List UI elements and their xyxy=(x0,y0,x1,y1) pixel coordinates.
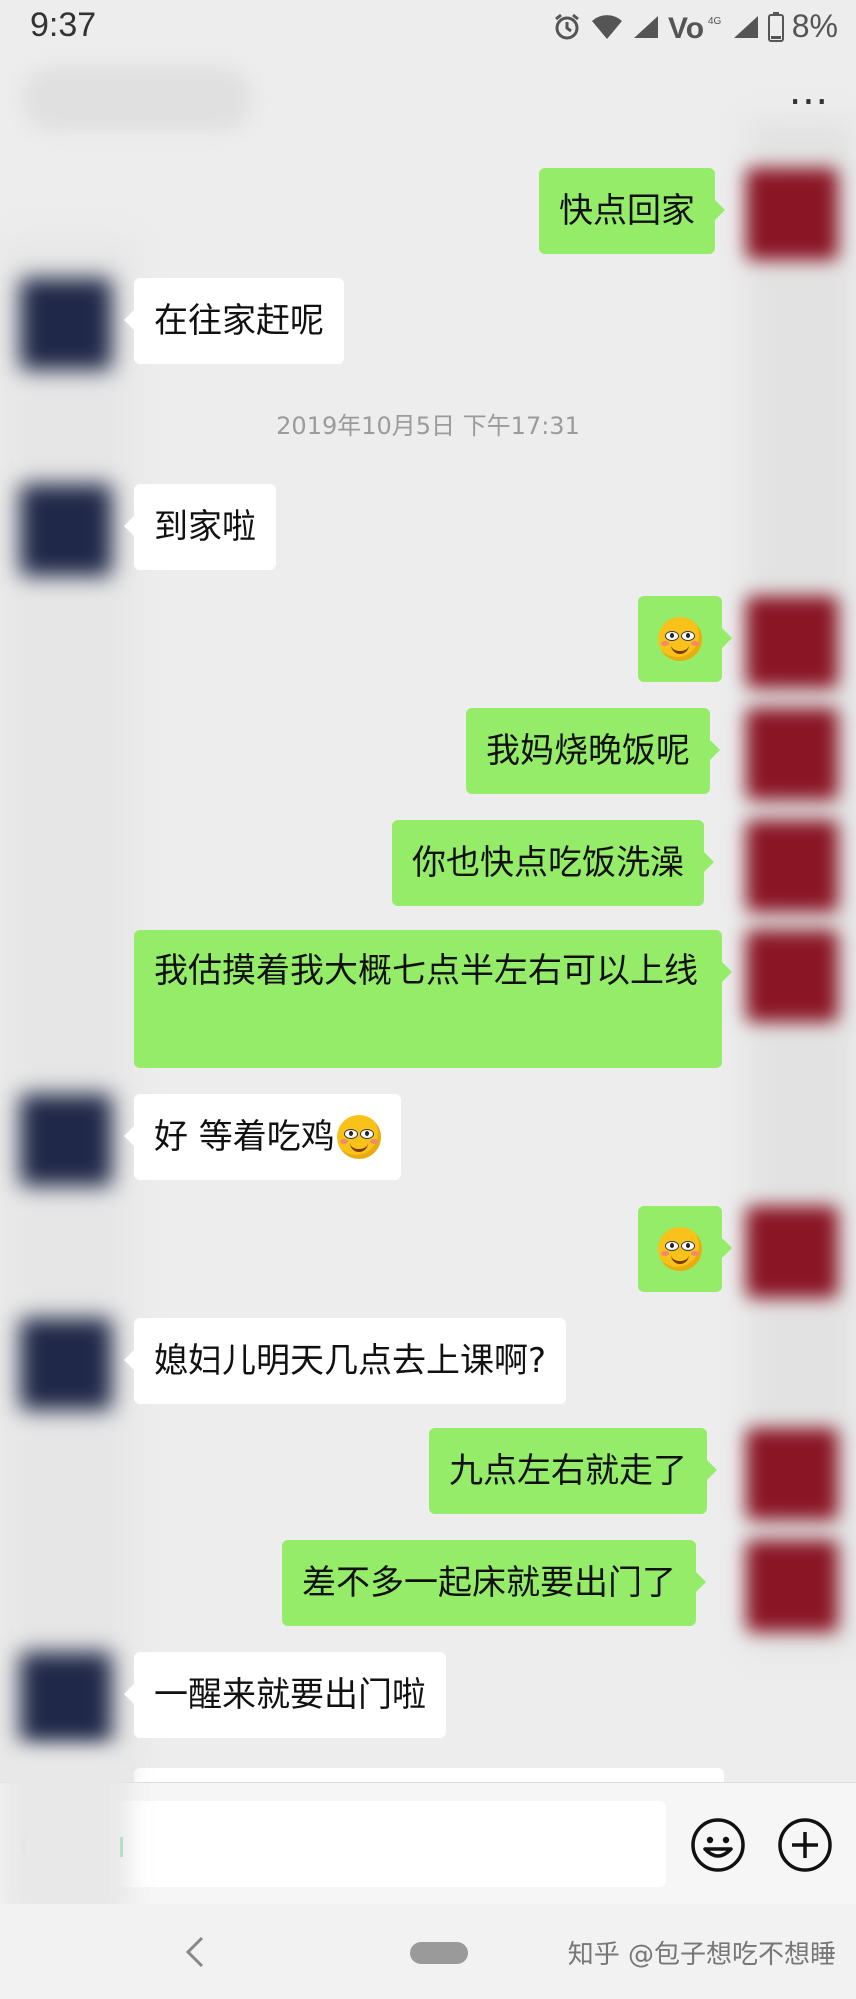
message-bubble-outgoing[interactable]: 我妈烧晚饭呢 xyxy=(466,708,720,794)
my-avatar[interactable] xyxy=(746,596,838,688)
my-avatar[interactable] xyxy=(746,708,838,800)
system-nav-bar: 知乎 @包子想吃不想睡 xyxy=(0,1904,856,1999)
contact-avatar[interactable] xyxy=(20,1318,112,1410)
svg-text:Vo: Vo xyxy=(668,12,704,42)
my-avatar[interactable] xyxy=(746,1428,838,1520)
wifi-icon xyxy=(591,14,622,39)
message-text: 我估摸着我大概七点半左右可以上线 xyxy=(154,951,698,991)
message-text: 在往家赶呢 xyxy=(154,300,324,341)
status-time: 9:37 xyxy=(30,6,97,44)
message-bubble-outgoing[interactable]: 差不多一起床就要出门了 xyxy=(282,1540,706,1626)
battery-percent: 8% xyxy=(791,8,838,44)
message-bubble-outgoing[interactable] xyxy=(638,596,732,682)
back-arrow-icon[interactable] xyxy=(180,1934,210,1970)
plus-button-icon[interactable] xyxy=(777,1817,833,1873)
contact-avatar[interactable] xyxy=(20,484,112,576)
message-text: 到家啦 xyxy=(154,506,256,547)
message-text: 你也快点吃饭洗澡 xyxy=(412,842,684,883)
chat-header: ⋯ xyxy=(0,56,856,152)
home-pill-button[interactable] xyxy=(410,1942,468,1964)
smirk-face-emoji-icon xyxy=(658,617,702,661)
message-bubble-outgoing[interactable]: 九点左右就走了 xyxy=(429,1428,717,1514)
svg-text:4G: 4G xyxy=(708,16,722,27)
volte-icon: Vo 4G xyxy=(668,12,722,42)
my-avatar[interactable] xyxy=(746,1206,838,1298)
contact-avatar[interactable] xyxy=(20,1652,112,1744)
message-timestamp: 2019年10月5日 下午17:31 xyxy=(276,412,580,440)
message-text: 媳妇儿明天几点去上课啊? xyxy=(154,1340,547,1381)
message-bubble-incoming[interactable]: 媳妇儿明天几点去上课啊? xyxy=(123,1318,567,1404)
my-avatar[interactable] xyxy=(746,1540,838,1632)
message-text: 快点回家 xyxy=(559,190,695,231)
contact-avatar[interactable] xyxy=(20,1094,112,1186)
battery-icon xyxy=(767,11,784,42)
message-bubble-incoming[interactable]: 在往家赶呢 xyxy=(124,278,344,364)
blurred-region-input xyxy=(0,1753,130,1923)
message-bubble-outgoing[interactable]: 快点回家 xyxy=(539,168,725,254)
message-input[interactable] xyxy=(104,1801,666,1887)
input-bar xyxy=(0,1753,856,1923)
status-bar: 9:37 Vo 4G 8% xyxy=(0,0,856,56)
message-bubble-outgoing[interactable] xyxy=(638,1206,732,1292)
signal-icon xyxy=(633,15,658,38)
emoji-button-icon[interactable] xyxy=(690,1817,746,1873)
my-avatar[interactable] xyxy=(746,820,838,912)
signal-icon-2 xyxy=(733,15,758,38)
alarm-icon xyxy=(554,13,579,39)
message-bubble-outgoing[interactable]: 你也快点吃饭洗澡 xyxy=(392,820,714,906)
more-options-button[interactable]: ⋯ xyxy=(784,76,834,126)
message-text: 好 等着吃鸡 xyxy=(154,1116,335,1157)
message-bubble-incoming[interactable]: 一醒来就要出门啦 xyxy=(124,1652,446,1738)
message-text: 差不多一起床就要出门了 xyxy=(302,1562,676,1603)
message-text: 我妈烧晚饭呢 xyxy=(486,730,690,771)
contact-name-blurred xyxy=(22,66,252,132)
message-bubble-incoming[interactable]: 好 等着吃鸡 xyxy=(124,1094,401,1180)
message-bubble-outgoing[interactable]: 我估摸着我大概七点半左右可以上线 xyxy=(134,930,732,1068)
message-text: 九点左右就走了 xyxy=(449,1450,687,1491)
smirk-face-emoji-icon xyxy=(658,1227,702,1271)
status-icons: Vo 4G 8% xyxy=(552,8,838,45)
message-bubble-incoming[interactable]: 到家啦 xyxy=(124,484,276,570)
my-avatar[interactable] xyxy=(746,168,838,260)
message-text: 一醒来就要出门啦 xyxy=(154,1674,426,1715)
watermark: 知乎 @包子想吃不想睡 xyxy=(567,1940,836,1970)
contact-avatar[interactable] xyxy=(20,278,112,370)
smirk-face-emoji-icon xyxy=(336,1115,381,1159)
my-avatar[interactable] xyxy=(746,930,838,1022)
